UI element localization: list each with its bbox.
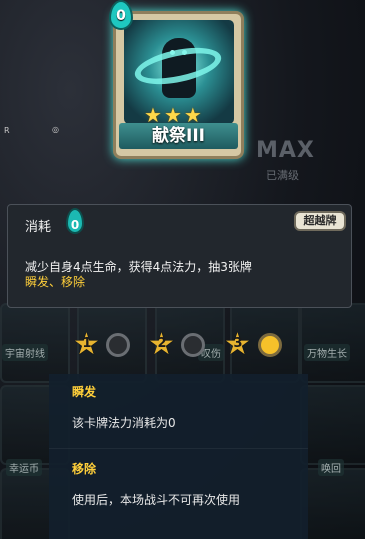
background-glyph: R: [4, 126, 10, 135]
background-tile-label: 幸运币: [6, 459, 42, 476]
background-card-tile: [300, 303, 365, 383]
card-cost-value: 0: [116, 8, 126, 24]
level-3-star: ★ 3: [224, 327, 251, 362]
keyword-title: 瞬发: [72, 385, 97, 399]
card-preview[interactable]: ★ ★ ★ 献祭III: [113, 11, 244, 159]
card-cost-badge: 0: [109, 0, 133, 30]
star-icon: ★: [163, 103, 182, 127]
star-icon: ★: [183, 103, 202, 127]
card-stars: ★ ★ ★: [144, 105, 202, 125]
max-level-sub-label: 已满级: [266, 169, 299, 182]
level-2-indicator[interactable]: [181, 333, 205, 357]
background-tile-label: 万物生长: [304, 344, 350, 361]
background-card-tile: [300, 385, 365, 465]
keyword-tooltip: 瞬发 该卡牌法力消耗为0 移除 使用后，本场战斗不可再次使用: [49, 374, 308, 539]
keyword-title: 移除: [72, 462, 97, 476]
background-card-tile: [300, 468, 365, 539]
level-2-star: ★ 2: [148, 327, 175, 362]
keyword-description: 该卡牌法力消耗为0: [72, 416, 176, 430]
background-card-tile: [0, 303, 70, 383]
level-3-indicator[interactable]: [258, 333, 282, 357]
panel-cost-badge: 0: [64, 208, 86, 236]
card-name: 献祭III: [119, 123, 238, 149]
background-tile-label: 宇宙射线: [2, 344, 48, 361]
upgrade-level-row: ★ 1 ★ 2 ★ 3: [73, 327, 293, 362]
max-level-label: MAX: [256, 138, 315, 163]
level-1-indicator[interactable]: [106, 333, 130, 357]
card-description-panel: 消耗 0 超越牌 减少自身4点生命，获得4点法力，抽3张牌 瞬发、移除: [7, 204, 352, 308]
card-type-label: 消耗: [25, 220, 52, 235]
star-icon: ★: [144, 103, 162, 127]
level-1-star: ★ 1: [73, 327, 100, 362]
tooltip-divider: [49, 448, 308, 449]
panel-cost-value: 0: [70, 218, 80, 232]
background-glyph: ◎: [52, 125, 59, 134]
ultra-card-button[interactable]: 超越牌: [294, 211, 346, 231]
card-keywords[interactable]: 瞬发、移除: [25, 273, 85, 290]
keyword-description: 使用后，本场战斗不可再次使用: [72, 493, 241, 507]
background-tile-label: 唤回: [318, 459, 344, 476]
